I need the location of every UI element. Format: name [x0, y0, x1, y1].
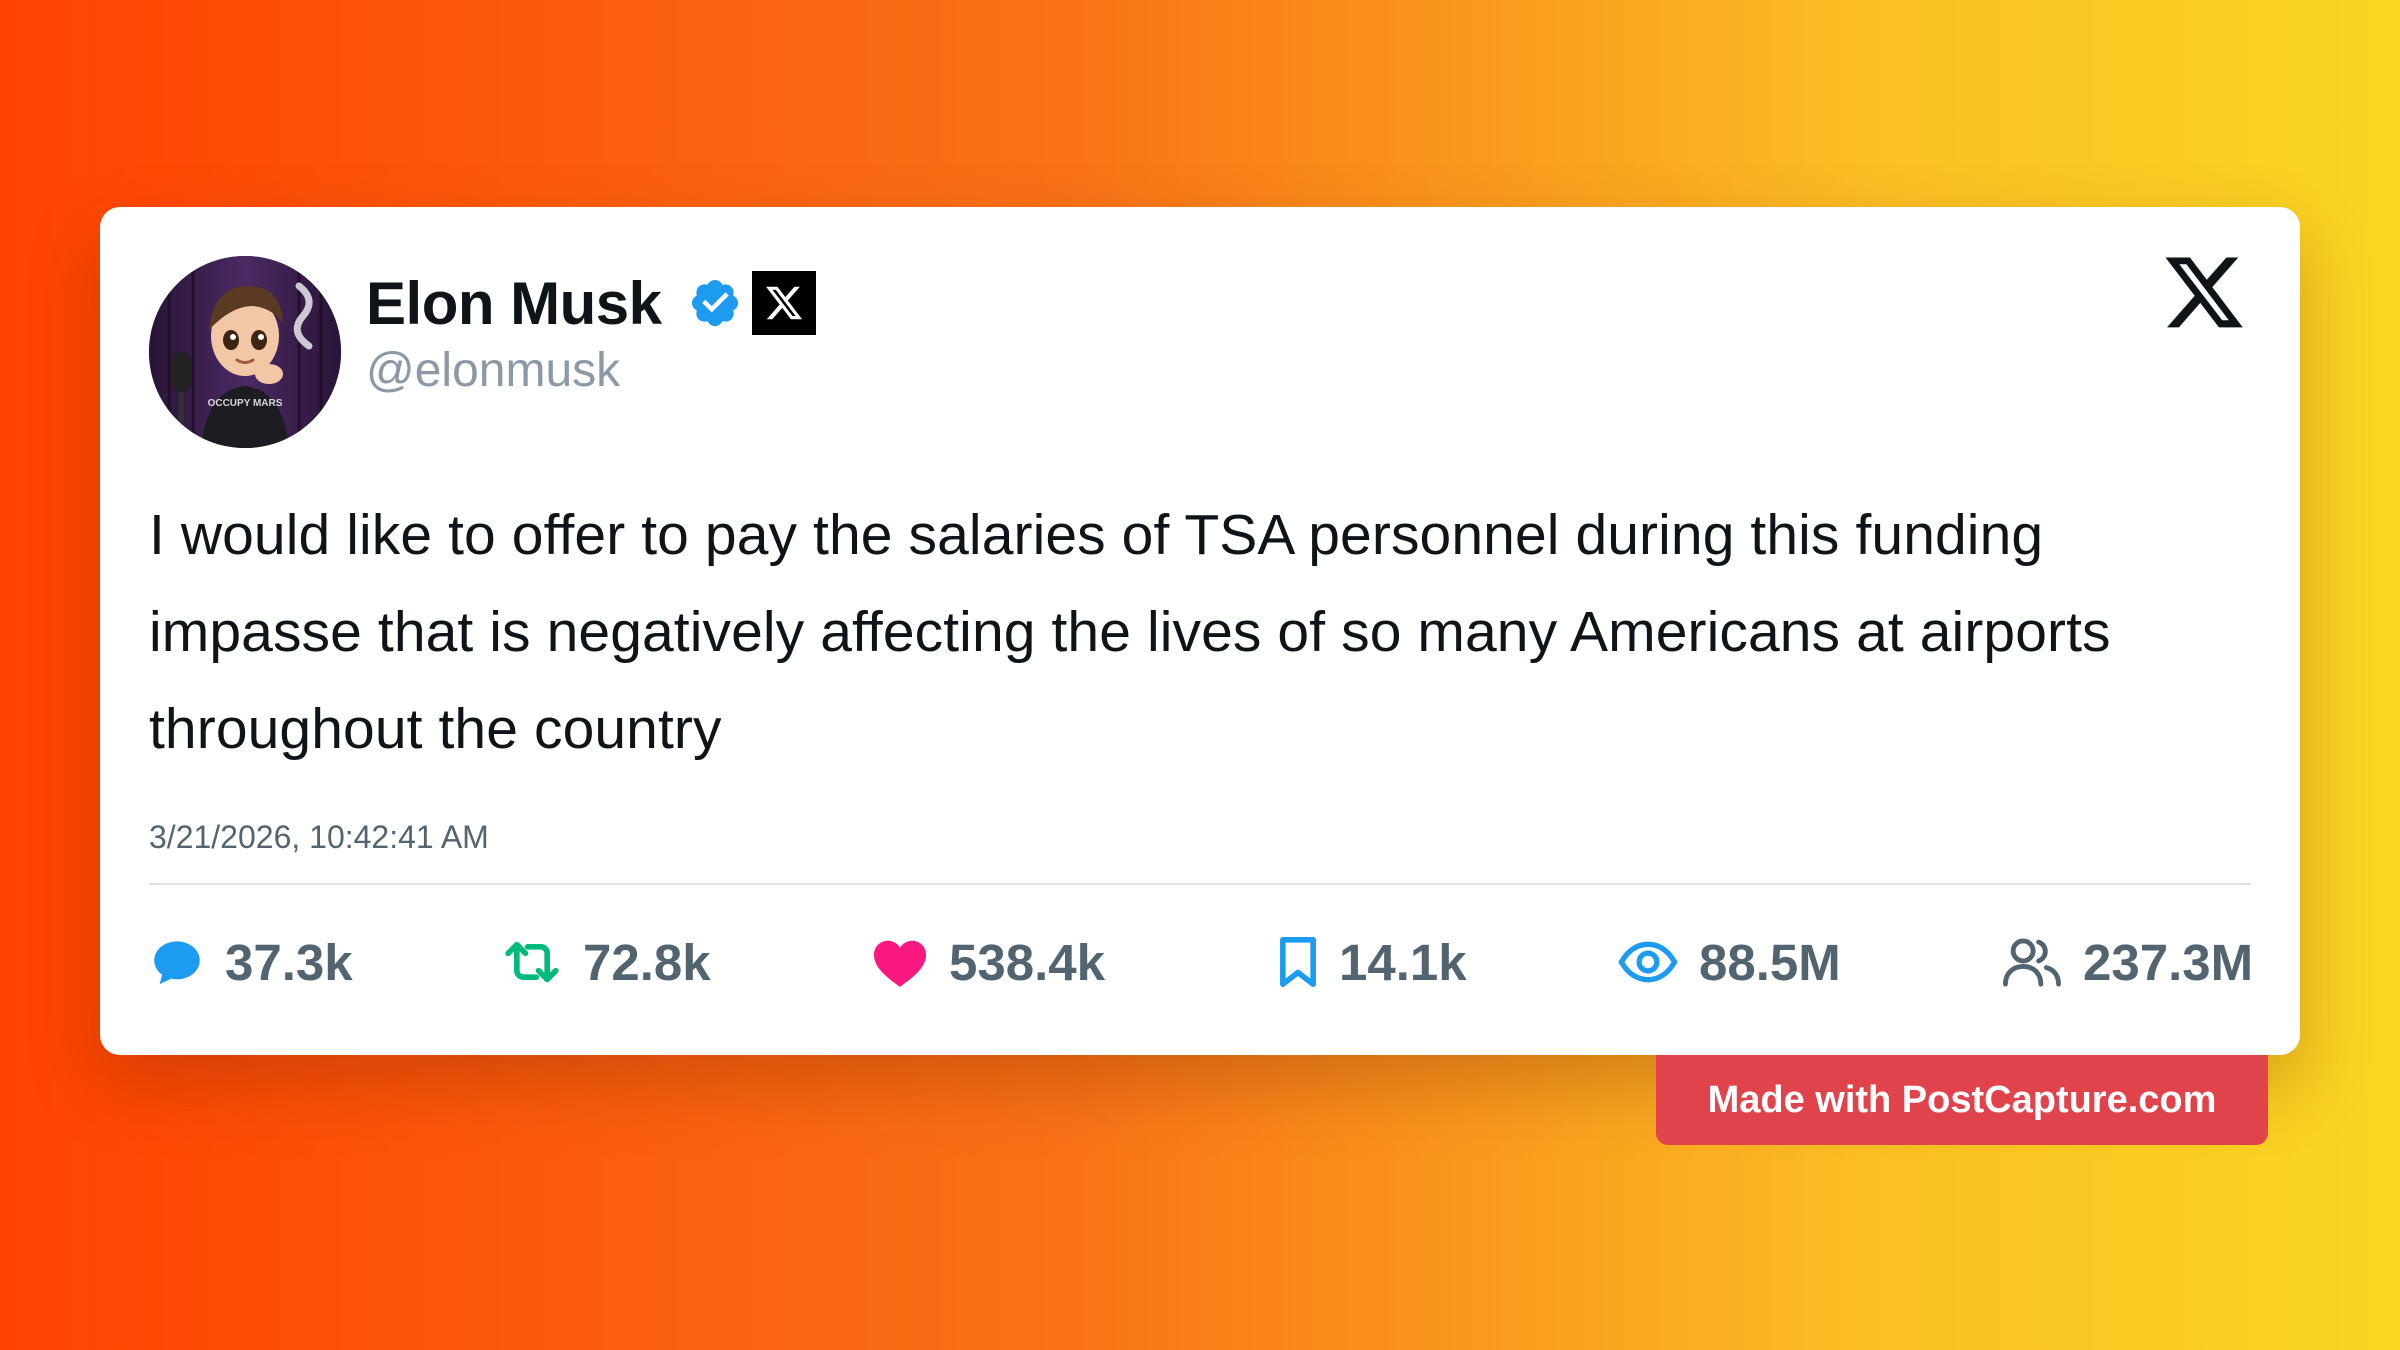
stat-views[interactable]: 88.5M — [1617, 907, 1841, 1017]
stat-bookmarks-value: 14.1k — [1339, 933, 1467, 991]
author-row: Elon Musk — [366, 263, 816, 343]
verified-badge-icon — [691, 279, 738, 327]
avatar[interactable]: OCCUPY MARS — [149, 256, 341, 448]
followers-icon — [2002, 938, 2062, 987]
stat-replies-value: 37.3k — [225, 933, 353, 991]
post-text: I would like to offer to pay the salarie… — [149, 503, 2111, 761]
bookmark-icon — [1280, 937, 1316, 987]
post-timestamp[interactable]: 3/21/2026, 10:42:41 AM — [149, 819, 489, 856]
author-name[interactable]: Elon Musk — [366, 269, 662, 338]
stat-reposts[interactable]: 72.8k — [501, 907, 711, 1017]
stat-likes-value: 538.4k — [949, 933, 1105, 991]
stat-replies[interactable]: 37.3k — [149, 907, 353, 1017]
engagement-stats: 37.3k 72.8k 538.4k 14.1k 88.5M 237.3M — [149, 907, 2253, 1017]
heart-icon — [874, 940, 926, 987]
x-affiliation-icon — [751, 271, 816, 335]
watermark-badge[interactable]: Made with PostCapture.com — [1656, 1055, 2268, 1145]
stat-followers-value: 237.3M — [2083, 933, 2254, 991]
repost-icon — [505, 941, 559, 983]
author-handle[interactable]: @elonmusk — [366, 343, 620, 398]
svg-text:OCCUPY MARS: OCCUPY MARS — [208, 398, 283, 409]
reply-icon — [154, 941, 200, 985]
x-logo-icon — [2165, 257, 2243, 328]
stat-reposts-value: 72.8k — [583, 933, 711, 991]
eye-icon — [1618, 941, 1678, 983]
divider — [149, 883, 2251, 885]
avatar-image: OCCUPY MARS — [149, 256, 341, 448]
post-card: OCCUPY MARS Elon Musk @elonmusk I would … — [100, 207, 2300, 1055]
stat-views-value: 88.5M — [1699, 933, 1841, 991]
stat-likes[interactable]: 538.4k — [871, 907, 1105, 1017]
stat-bookmarks[interactable]: 14.1k — [1277, 907, 1467, 1017]
stat-followers[interactable]: 237.3M — [2001, 907, 2253, 1017]
